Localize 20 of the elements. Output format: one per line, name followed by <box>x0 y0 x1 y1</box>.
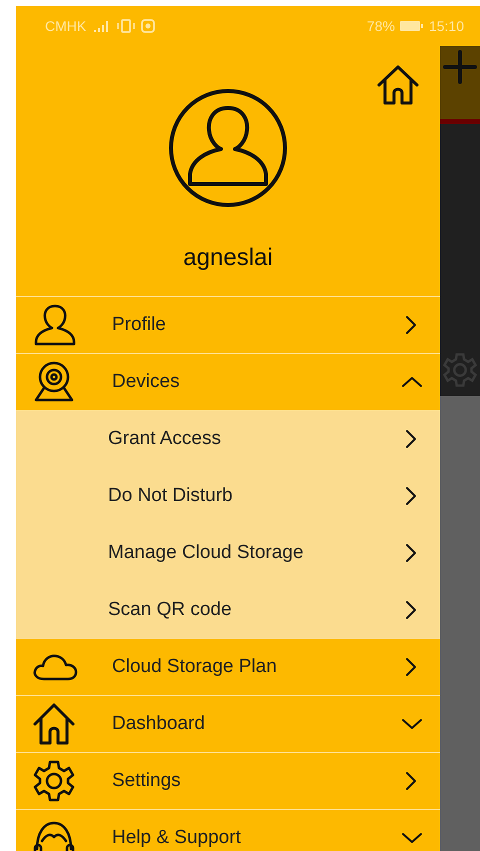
house-icon <box>32 702 76 746</box>
carrier-text: CMHK <box>45 18 86 34</box>
submenu-item[interactable]: Grant Access <box>16 411 440 468</box>
submenu-item[interactable]: Scan QR code <box>16 582 440 639</box>
home-button[interactable] <box>376 64 420 106</box>
webcam-icon <box>32 360 76 404</box>
clock-time: 15:10 <box>428 18 464 34</box>
battery-percent: 78% <box>366 18 395 34</box>
cloud-icon <box>32 652 78 682</box>
vibrate-icon <box>116 19 136 33</box>
settings-icon <box>32 759 76 803</box>
headset-icon <box>32 819 76 851</box>
submenu-item[interactable]: Do Not Disturb <box>16 468 440 525</box>
submenu-item[interactable]: Manage Cloud Storage <box>16 525 440 582</box>
username: agneslai <box>183 244 273 272</box>
person-icon <box>32 303 78 347</box>
battery-icon <box>400 20 424 32</box>
settings-icon <box>442 352 478 388</box>
record-icon <box>141 19 156 33</box>
avatar-icon <box>168 88 288 208</box>
